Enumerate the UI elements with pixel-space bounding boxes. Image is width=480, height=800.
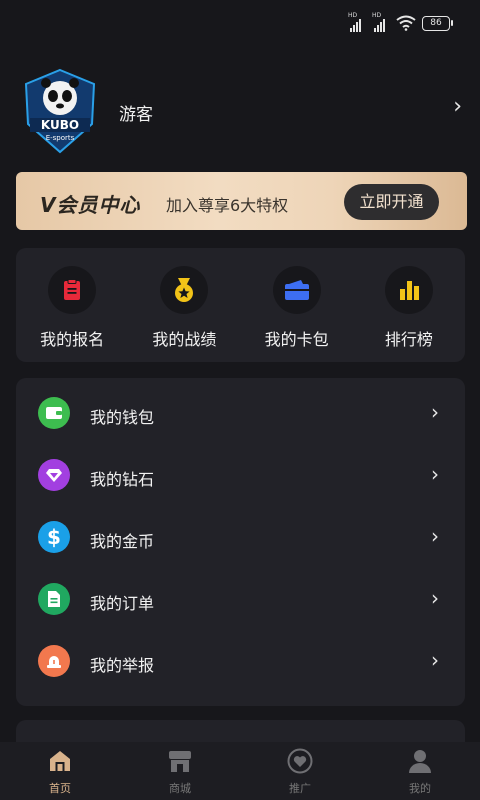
profile-header[interactable]: KUBO E-sports 游客 › (22, 68, 462, 156)
chevron-right-icon: › (431, 648, 439, 672)
diamond-icon (38, 459, 70, 491)
nav-label: 我的 (409, 782, 431, 795)
logo-name: KUBO (41, 118, 79, 132)
logo-sub: E-sports (46, 134, 75, 142)
menu-label: 我的订单 (90, 594, 155, 613)
chevron-right-icon: › (431, 462, 439, 486)
vip-title: V会员中心 (40, 193, 141, 217)
dollar-coin-icon: $ (38, 521, 70, 553)
order-doc-icon (38, 583, 70, 615)
nav-shop[interactable]: 商城 (120, 742, 240, 800)
home-icon (50, 751, 70, 771)
shortcut-leaderboard[interactable]: 排行榜 (354, 248, 464, 362)
menu-label: 我的钻石 (90, 470, 155, 489)
nav-label: 推广 (289, 782, 311, 795)
chevron-right-icon: › (431, 400, 439, 424)
vip-banner[interactable]: V会员中心 加入尊享6大特权 立即开通 (16, 172, 467, 230)
menu-item-wallet[interactable]: 我的钱包 › (16, 378, 465, 440)
nav-home[interactable]: 首页 (0, 742, 120, 800)
bottom-nav: 首页 商城 推广 我的 (0, 742, 480, 800)
wifi-icon (396, 15, 416, 31)
menu-list: 我的钱包 › 我的钻石 › $ 我的金币 › 我的订单 › 我的举报 › (16, 378, 465, 706)
nav-mine[interactable]: 我的 (360, 742, 480, 800)
shortcut-label: 我的卡包 (264, 330, 329, 349)
chevron-right-icon: › (431, 586, 439, 610)
signal-icon: HD (348, 12, 366, 32)
battery-indicator: 86 (422, 15, 453, 31)
signal-hd-label: HD (348, 12, 358, 19)
menu-item-gold-coin[interactable]: $ 我的金币 › (16, 502, 465, 564)
menu-label: 我的举报 (90, 656, 155, 675)
wallet-icon (38, 397, 70, 429)
user-icon (409, 750, 431, 773)
menu-item-report[interactable]: 我的举报 › (16, 626, 465, 688)
chevron-right-icon[interactable]: › (453, 96, 462, 118)
card-wallet-icon (272, 266, 321, 314)
kubo-esports-logo: KUBO E-sports (24, 68, 96, 154)
shortcut-label: 我的报名 (40, 330, 105, 349)
alarm-icon (38, 645, 70, 677)
menu-item-orders[interactable]: 我的订单 › (16, 564, 465, 626)
nav-promote[interactable]: 推广 (240, 742, 360, 800)
menu-item-diamond[interactable]: 我的钻石 › (16, 440, 465, 502)
bar-chart-icon (384, 266, 433, 314)
medal-icon (160, 266, 209, 314)
username: 游客 (119, 105, 153, 125)
nav-label: 商城 (169, 782, 191, 795)
nav-label: 首页 (49, 782, 71, 795)
menu-label: 我的钱包 (90, 408, 155, 427)
shortcut-registration[interactable]: 我的报名 (17, 248, 127, 362)
shortcut-card-pack[interactable]: 我的卡包 (242, 248, 352, 362)
signal-hd-label: HD (372, 12, 382, 19)
vip-subtitle: 加入尊享6大特权 (166, 196, 289, 215)
shortcut-record[interactable]: 我的战绩 (129, 248, 239, 362)
vip-open-button[interactable]: 立即开通 (344, 184, 439, 220)
shortcut-label: 排行榜 (384, 330, 433, 349)
shortcut-grid: 我的报名 我的战绩 我的卡包 排行榜 (16, 248, 465, 362)
clipboard-icon (48, 266, 97, 314)
status-bar: HD HD 86 (0, 0, 480, 52)
shortcut-label: 我的战绩 (152, 330, 217, 349)
heart-icon (287, 748, 313, 774)
shop-icon (169, 751, 191, 772)
signal-icon: HD (372, 12, 390, 32)
menu-label: 我的金币 (90, 532, 155, 551)
chevron-right-icon: › (431, 524, 439, 548)
